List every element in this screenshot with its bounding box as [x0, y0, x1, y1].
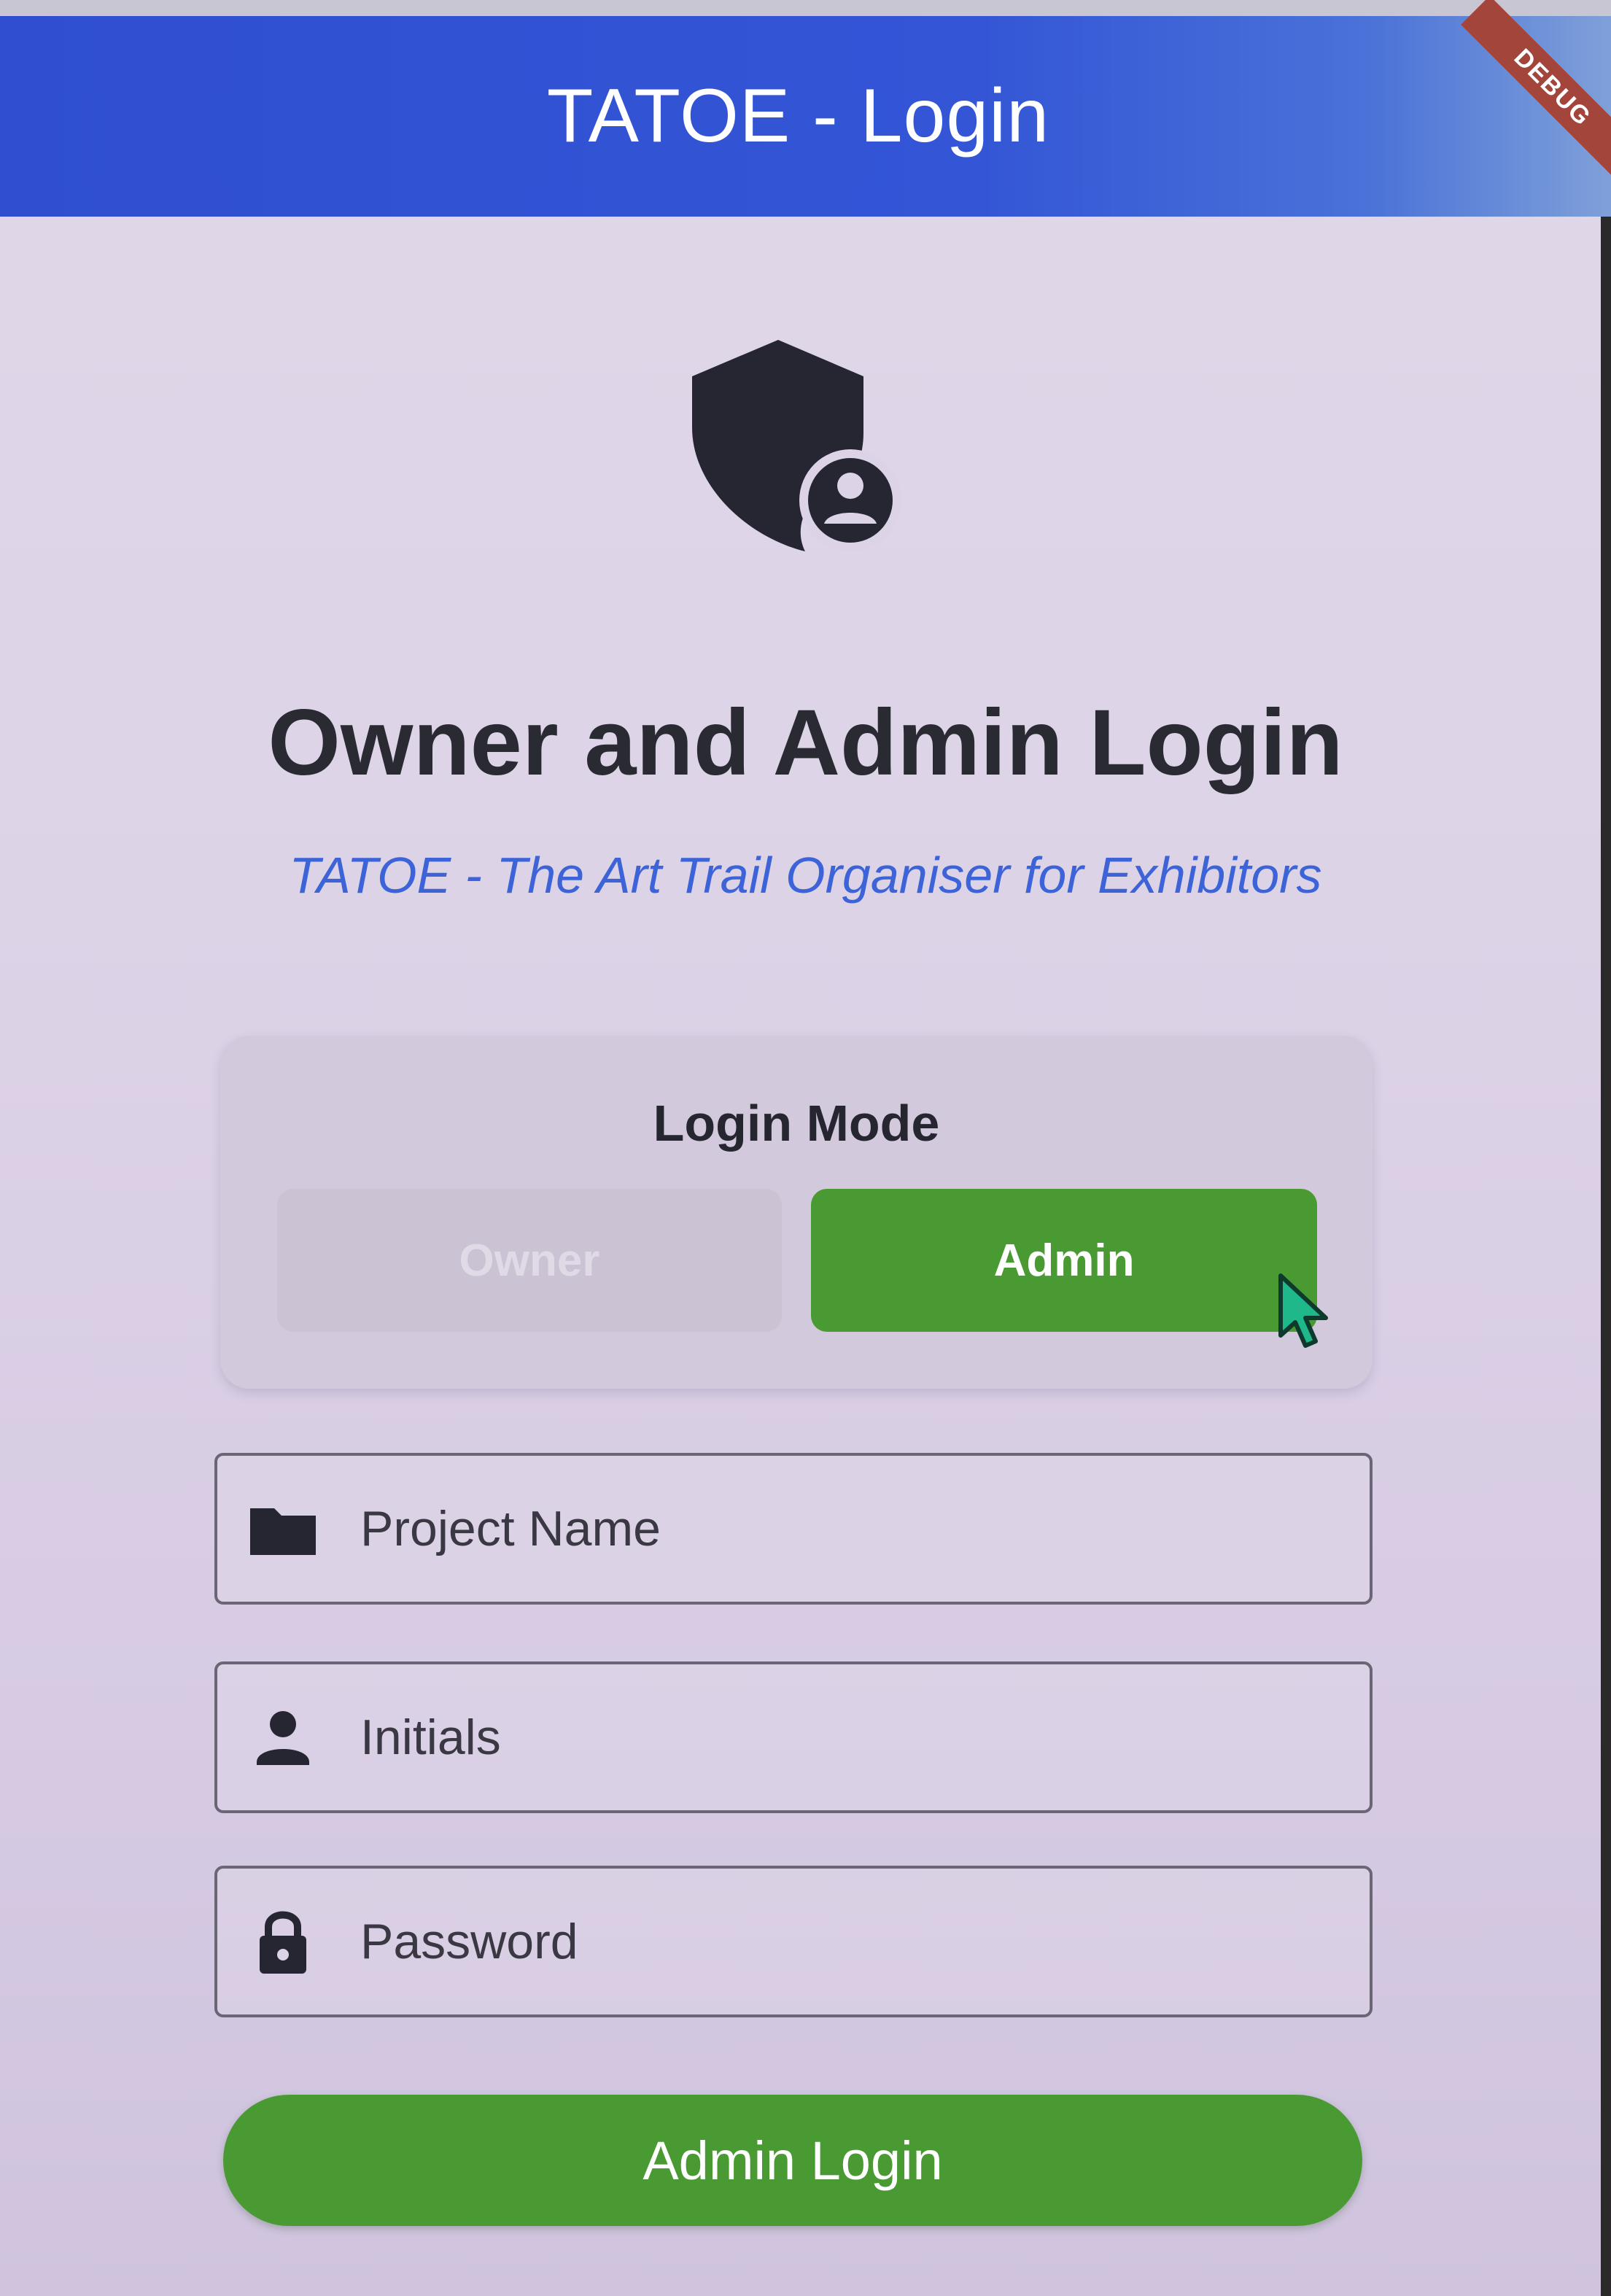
- debug-banner: DEBUG: [1461, 0, 1611, 179]
- project-name-input[interactable]: [360, 1456, 1338, 1602]
- app-bar: TATOE - Login DEBUG: [0, 0, 1611, 217]
- project-name-field[interactable]: [214, 1453, 1373, 1605]
- login-screen: TATOE - Login DEBUG Owner and Admin Logi…: [0, 0, 1611, 2296]
- status-strip: [0, 0, 1611, 16]
- lock-icon: [246, 1905, 319, 1978]
- page-title: Owner and Admin Login: [268, 691, 1343, 795]
- login-mode-label: Login Mode: [653, 1095, 940, 1152]
- admin-login-button[interactable]: Admin Login: [223, 2095, 1362, 2226]
- admin-shield-icon: [688, 340, 907, 559]
- password-field[interactable]: [214, 1866, 1373, 2017]
- password-input[interactable]: [360, 1869, 1338, 2014]
- page-subtitle: TATOE - The Art Trail Organiser for Exhi…: [289, 847, 1322, 904]
- login-mode-card: Login Mode Owner Admin: [220, 1036, 1373, 1389]
- folder-icon: [246, 1492, 319, 1565]
- admin-mode-button[interactable]: Admin: [811, 1189, 1317, 1332]
- mouse-cursor-icon: [1276, 1273, 1335, 1353]
- initials-field[interactable]: [214, 1661, 1373, 1813]
- owner-mode-button[interactable]: Owner: [277, 1189, 782, 1332]
- screen-bezel: [1601, 217, 1611, 2296]
- app-bar-title: TATOE - Login: [546, 74, 1050, 158]
- initials-input[interactable]: [360, 1664, 1338, 1810]
- person-icon: [246, 1701, 319, 1774]
